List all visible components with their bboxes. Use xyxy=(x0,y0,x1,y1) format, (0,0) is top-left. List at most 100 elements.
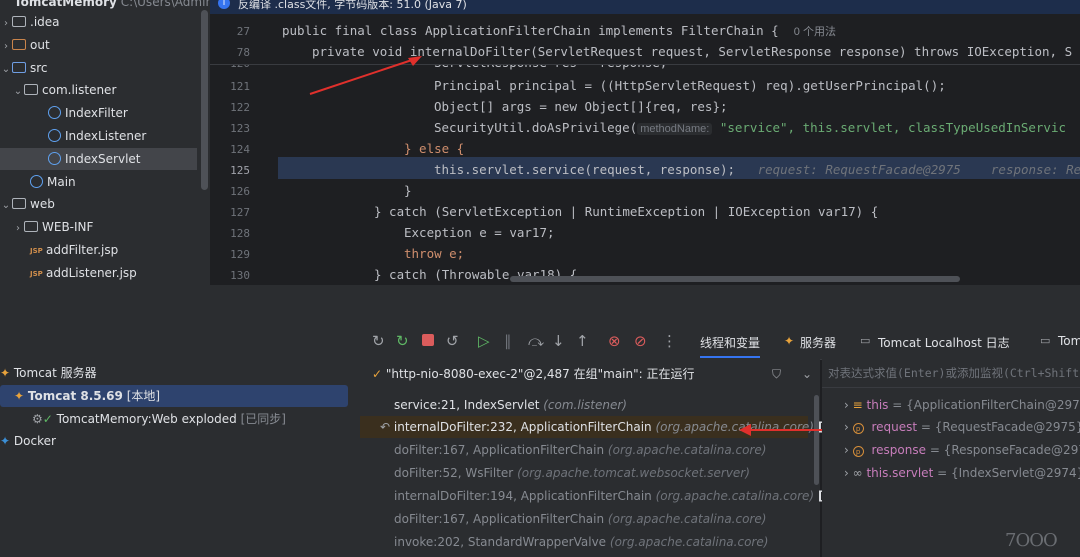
code-line-129: throw e; xyxy=(404,246,465,261)
tree-root-label: TomcatMemory xyxy=(14,0,117,9)
frame-text: doFilter:167, ApplicationFilterChain xyxy=(394,512,605,526)
parameter-hint: methodName: xyxy=(637,123,713,135)
code-text: SecurityUtil.doAsPrivilege( xyxy=(434,120,638,135)
tree-item-idea[interactable]: › .idea xyxy=(0,11,60,33)
tree-item-label: IndexFilter xyxy=(65,106,128,120)
tab-services[interactable]: 服务器 xyxy=(800,334,836,351)
pause-icon[interactable]: ∥ xyxy=(504,333,512,349)
folder-icon xyxy=(24,221,38,232)
frame-text: doFilter:52, WsFilter xyxy=(394,466,514,480)
more-icon[interactable]: ⋮ xyxy=(662,333,677,349)
code-text: "service", this.servlet, classTypeUsedIn… xyxy=(712,120,1067,135)
tomcat-icon: ✦ xyxy=(0,366,11,380)
chevron-right-icon[interactable]: › xyxy=(844,398,849,412)
code-line-126: } xyxy=(404,183,412,198)
divider xyxy=(822,387,1080,388)
variable-row[interactable]: › ≡ this = {ApplicationFilterChain@2977} xyxy=(844,394,1080,416)
service-status: [已同步] xyxy=(240,412,286,426)
code-line-128: Exception e = var17; xyxy=(404,225,555,240)
stack-frame[interactable]: invoke:202, StandardWrapperValve (org.ap… xyxy=(360,531,808,553)
service-docker[interactable]: ✦ Docker xyxy=(0,430,56,452)
service-tomcat-instance[interactable]: ✦ Tomcat 8.5.69 [本地] xyxy=(0,385,348,407)
resume-icon[interactable]: ▷ xyxy=(478,333,490,349)
chevron-right-icon[interactable]: › xyxy=(12,218,24,240)
line-number: 127 xyxy=(230,206,250,219)
service-label: Tomcat 服务器 xyxy=(13,366,97,380)
tab-more[interactable]: Tom xyxy=(1058,334,1080,348)
frame-text: invoke:202, StandardWrapperValve xyxy=(394,535,607,549)
tree-item-indexservlet[interactable]: IndexServlet xyxy=(0,148,197,170)
frame-package: (org.apache.tomcat.websocket.server) xyxy=(517,466,750,480)
docker-icon: ✦ xyxy=(0,434,11,448)
chevron-right-icon[interactable]: › xyxy=(0,36,12,58)
stop-icon[interactable] xyxy=(422,334,434,346)
tree-item-src[interactable]: ⌄ src xyxy=(0,57,48,79)
variable-row[interactable]: › ∞ this.servlet = {IndexServlet@2974} xyxy=(844,462,1080,484)
stack-frame[interactable]: doFilter:167, ApplicationFilterChain (or… xyxy=(360,508,808,530)
mute-breakpoints-icon[interactable]: ⊘ xyxy=(634,333,647,349)
variable-name: this.servlet xyxy=(866,466,934,480)
frames-scrollbar[interactable] xyxy=(814,395,819,485)
step-over-icon[interactable]: ⤼ xyxy=(528,333,544,349)
stack-frame[interactable]: internalDoFilter:194, ApplicationFilterC… xyxy=(360,485,837,507)
tree-item-out[interactable]: › out xyxy=(0,34,50,56)
tab-localhost-log[interactable]: Tomcat Localhost 日志 xyxy=(878,334,1010,351)
service-tomcat-group[interactable]: ✦ Tomcat 服务器 xyxy=(0,362,97,384)
chevron-right-icon[interactable]: › xyxy=(0,13,12,35)
tree-item-indexfilter[interactable]: IndexFilter xyxy=(48,102,128,124)
variable-name: request xyxy=(871,420,918,434)
frame-package: (org.apache.catalina.core) xyxy=(609,535,769,549)
chevron-down-icon[interactable]: ⌄ xyxy=(12,81,24,103)
watermark-logo: 7OOO xyxy=(1005,530,1058,551)
stack-frame[interactable]: doFilter:167, ApplicationFilterChain (or… xyxy=(360,439,808,461)
tab-threads-variables[interactable]: 线程和变量 xyxy=(700,334,760,351)
line-number: 126 xyxy=(230,185,250,198)
artifact-icon: ⚙ xyxy=(32,412,43,426)
tree-scrollbar[interactable] xyxy=(201,10,208,190)
view-breakpoints-icon[interactable]: ⊗ xyxy=(608,333,621,349)
service-artifact[interactable]: ⚙✓ TomcatMemory:Web exploded [已同步] xyxy=(32,408,286,430)
thread-selector[interactable]: ✓ "http-nio-8080-exec-2"@2,487 在组"main":… xyxy=(372,363,820,385)
tree-item-web[interactable]: ⌄ web xyxy=(0,193,55,215)
tree-item-main[interactable]: Main xyxy=(30,171,76,193)
line-number: 122 xyxy=(230,101,250,114)
rerun-icon[interactable]: ↻ xyxy=(372,333,385,349)
restart-icon[interactable]: ↻ xyxy=(396,333,409,349)
step-into-icon[interactable]: ↓ xyxy=(552,333,565,349)
code-text: this.servlet.service(request, response); xyxy=(434,162,736,177)
tomcat-icon: ✦ xyxy=(14,389,25,403)
chevron-down-icon[interactable]: ⌄ xyxy=(802,363,812,385)
tree-item-addlistener-jsp[interactable]: JSP addListener.jsp xyxy=(30,262,137,284)
stack-frame[interactable]: service:21, IndexServlet (com.listener) xyxy=(360,394,808,416)
folder-icon xyxy=(12,39,26,50)
usages-hint[interactable]: 0 个用法 xyxy=(794,26,836,38)
editor-horizontal-scrollbar[interactable] xyxy=(510,276,960,282)
frames-panel: ✓ "http-nio-8080-exec-2"@2,487 在组"main":… xyxy=(360,359,837,557)
tree-item-label: WEB-INF xyxy=(42,220,94,234)
source-folder-icon xyxy=(12,62,26,73)
chevron-right-icon[interactable]: › xyxy=(844,466,849,480)
chevron-down-icon[interactable]: ⌄ xyxy=(0,195,12,217)
variable-row[interactable]: › p response = {ResponseFacade@2976} xyxy=(844,439,1080,461)
stack-frame[interactable]: doFilter:52, WsFilter (org.apache.tomcat… xyxy=(360,462,808,484)
tree-root-path: C:\Users\Administ xyxy=(120,0,210,9)
active-tab-indicator xyxy=(700,356,760,358)
variable-row[interactable]: › p request = {RequestFacade@2975} xyxy=(844,416,1080,438)
tree-item-indexlistener[interactable]: IndexListener xyxy=(48,125,146,147)
service-label: TomcatMemory:Web exploded xyxy=(56,412,237,426)
chevron-right-icon[interactable]: › xyxy=(844,420,849,434)
frame-package: (org.apache.catalina.core) xyxy=(607,443,767,457)
step-out-icon[interactable]: ↑ xyxy=(576,333,589,349)
chevron-right-icon[interactable]: › xyxy=(844,443,849,457)
tree-item-com-listener[interactable]: ⌄ com.listener xyxy=(12,79,117,103)
evaluate-expression-input[interactable]: 对表达式求值(Enter)或添加监视(Ctrl+Shift xyxy=(828,365,1079,381)
chevron-down-icon[interactable]: ⌄ xyxy=(0,59,12,81)
tree-item-addfilter-jsp[interactable]: JSP addFilter.jsp xyxy=(30,239,118,261)
jsp-icon: JSP xyxy=(30,247,43,255)
frame-text: service:21, IndexServlet xyxy=(394,398,540,412)
filter-icon[interactable]: ⛉ xyxy=(772,363,781,385)
class-icon xyxy=(48,106,61,119)
tree-item-label: IndexListener xyxy=(65,129,147,143)
reload-icon[interactable]: ↺ xyxy=(446,333,459,349)
tree-item-web-inf[interactable]: › WEB-INF xyxy=(12,216,93,238)
